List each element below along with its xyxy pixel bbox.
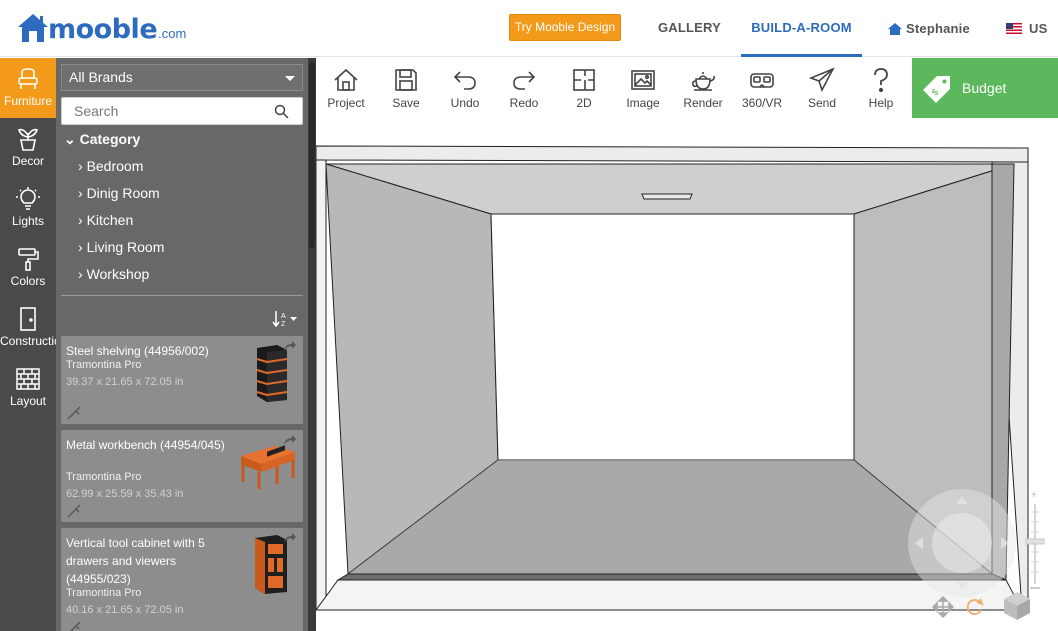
product-card[interactable]: Metal workbench (44954/045) Tramontina P… (61, 430, 303, 522)
toolbar-360-vr-button[interactable]: 360/VR (732, 58, 792, 118)
product-title: Vertical tool cabinet with 5 drawers and… (66, 536, 205, 586)
search-input[interactable] (62, 98, 272, 124)
share-icon[interactable] (283, 434, 297, 446)
home-user-icon (888, 22, 902, 35)
product-dimensions: 40.16 x 21.65 x 72.05 in (66, 604, 184, 616)
bulb-icon (16, 187, 40, 210)
product-brand: Tramontina Pro (66, 471, 142, 483)
iconbar-furniture[interactable]: Furniture (0, 58, 56, 118)
teapot-icon (692, 72, 715, 91)
iconbar-lights[interactable]: Lights (0, 178, 56, 238)
floppy-icon (395, 69, 417, 91)
category-icon-bar: Furniture Decor Lights Colors Constructi… (0, 58, 67, 631)
budget-button[interactable]: $ Budget (912, 58, 1058, 118)
iconbar-construction[interactable]: Construction (0, 298, 67, 358)
category-item-dining-room[interactable]: › Dinig Room (78, 185, 160, 201)
svg-text:Z: Z (281, 321, 286, 328)
view-cube-icon[interactable] (1002, 590, 1032, 622)
customize-brush-icon[interactable] (67, 621, 81, 631)
toolbar-project-button[interactable]: Project (316, 58, 376, 118)
home-icon (334, 68, 358, 91)
brand-select[interactable]: All Brands (61, 64, 303, 91)
category-heading[interactable]: ⌄ Category (64, 131, 140, 148)
image-icon (631, 70, 655, 90)
product-brand: Tramontina Pro (66, 587, 142, 599)
nav-gallery[interactable]: GALLERY (658, 0, 721, 57)
toolbar-send-button[interactable]: Send (792, 58, 852, 118)
door-icon (20, 307, 36, 331)
paper-plane-icon (809, 67, 835, 93)
price-tag-icon: $ (923, 76, 950, 103)
iconbar-colors[interactable]: Colors (0, 238, 56, 298)
product-title: Metal workbench (44954/045) (66, 438, 225, 452)
toolbar-help-button[interactable]: Help (851, 58, 911, 118)
sort-icon[interactable]: A Z (272, 310, 298, 328)
catalog-scrollbar-thumb[interactable] (309, 62, 315, 248)
category-item-bedroom[interactable]: › Bedroom (78, 158, 143, 174)
camera-orbit-control[interactable] (906, 488, 1016, 628)
3d-viewport[interactable]: + (316, 118, 1058, 631)
plant-icon (18, 128, 38, 151)
product-card[interactable]: Steel shelving (44956/002) Tramontina Pr… (61, 336, 303, 424)
search-box (61, 97, 303, 125)
pan-move-icon[interactable] (932, 596, 954, 618)
product-brand: Tramontina Pro (66, 359, 142, 371)
toolbar-image-button[interactable]: Image (613, 58, 673, 118)
user-name: Stephanie (906, 21, 970, 36)
product-dimensions: 39.37 x 21.65 x 72.05 in (66, 376, 184, 388)
chevron-down-icon (285, 76, 295, 81)
toolbar-redo-button[interactable]: Redo (494, 58, 554, 118)
search-icon[interactable] (274, 104, 289, 119)
paint-roller-icon (18, 248, 39, 271)
category-item-kitchen[interactable]: › Kitchen (78, 212, 133, 228)
toolbar-render-button[interactable]: Render (673, 58, 733, 118)
metal-workbench-thumbnail (241, 445, 295, 489)
iconbar-layout[interactable]: Layout (0, 358, 56, 418)
user-menu[interactable]: Stephanie (887, 0, 970, 57)
language-label: US (1029, 21, 1048, 36)
divider (61, 295, 303, 296)
vr-headset-icon (750, 73, 774, 88)
product-title: Steel shelving (44956/002) (66, 344, 209, 358)
iconbar-decor[interactable]: Decor (0, 118, 56, 178)
nav-build-a-room[interactable]: BUILD-A-ROOM (741, 0, 862, 57)
brick-wall-icon (16, 368, 40, 390)
share-icon[interactable] (283, 340, 297, 352)
customize-brush-icon[interactable] (67, 504, 81, 518)
question-icon (874, 68, 888, 93)
svg-text:+: + (1031, 490, 1037, 501)
main-toolbar: Project Save Undo Redo 2D Image Render 3… (316, 58, 912, 118)
house-logo-icon (18, 14, 48, 42)
mooble-logo[interactable]: mooble .com (16, 12, 186, 44)
redo-icon (513, 71, 536, 90)
top-header: mooble .com Try Mooble Design GALLERY BU… (0, 0, 1058, 57)
logo-domain: .com (158, 26, 187, 41)
chair-icon (18, 68, 38, 89)
toolbar-2d-button[interactable]: 2D (554, 58, 614, 118)
language-selector[interactable]: US (1006, 0, 1047, 57)
zoom-slider[interactable]: + (1025, 490, 1045, 590)
product-dimensions: 62.99 x 25.59 x 35.43 in (66, 488, 184, 500)
category-item-workshop[interactable]: › Workshop (78, 266, 149, 282)
steel-shelving-thumbnail (256, 345, 288, 402)
logo-text: mooble (48, 14, 158, 45)
undo-icon (453, 71, 476, 90)
category-item-living-room[interactable]: › Living Room (78, 239, 164, 255)
toolbar-undo-button[interactable]: Undo (435, 58, 495, 118)
try-mooble-design-button[interactable]: Try Mooble Design (509, 14, 621, 41)
customize-brush-icon[interactable] (67, 406, 81, 420)
svg-text:A: A (281, 313, 286, 320)
rotate-icon[interactable] (964, 596, 986, 618)
share-icon[interactable] (283, 532, 297, 544)
product-card[interactable]: Vertical tool cabinet with 5 drawers and… (61, 528, 303, 631)
floorplan-icon (573, 69, 595, 91)
toolbar-save-button[interactable]: Save (376, 58, 436, 118)
catalog-panel: All Brands ⌄ Category › Bedroom › Dinig … (56, 58, 308, 631)
us-flag-icon (1006, 23, 1022, 34)
